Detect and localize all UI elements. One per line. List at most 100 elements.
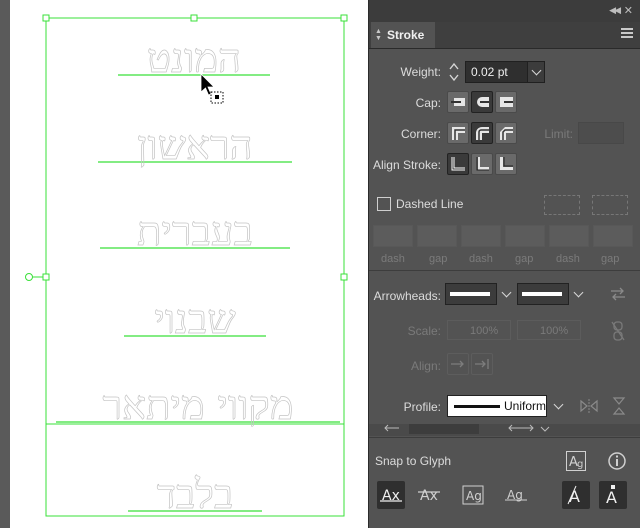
align-outside-button[interactable]	[495, 153, 517, 175]
selection-handle[interactable]	[340, 273, 348, 281]
align-stroke-center-icon	[451, 157, 465, 171]
arrowheads-label: Arrowheads:	[373, 289, 441, 303]
proximity-guides-icon: Ag	[505, 488, 527, 502]
snap-x-height-button[interactable]: Ax	[415, 481, 443, 509]
link-scale-icon[interactable]	[610, 320, 626, 342]
weight-input[interactable]: 0.02 pt	[465, 61, 532, 83]
chevron-down-icon	[531, 65, 541, 76]
svg-text:g: g	[577, 459, 583, 470]
flip-along-icon[interactable]	[579, 398, 599, 414]
selection-handle[interactable]	[340, 14, 348, 22]
start-arrowhead-chevron[interactable]	[498, 283, 514, 305]
butt-cap-button[interactable]	[447, 91, 469, 113]
swap-arrowheads-icon[interactable]	[609, 286, 627, 302]
place-arrow-tip-button[interactable]	[471, 353, 493, 375]
end-arrowhead-dropdown[interactable]	[517, 283, 569, 305]
weight-stepper-icon[interactable]	[447, 61, 461, 83]
outlined-text-line[interactable]: הראשון	[137, 123, 253, 170]
x-height-glyph-icon: Ax	[418, 488, 440, 504]
info-icon[interactable]	[607, 451, 627, 471]
outlined-text-line[interactable]: המונט	[147, 36, 242, 83]
selection-handle[interactable]	[42, 14, 50, 22]
align-inside-button[interactable]	[471, 153, 493, 175]
snap-to-glyph-label: Snap to Glyph	[375, 454, 452, 468]
bevel-join-button[interactable]	[495, 122, 517, 144]
snap-glyph-bounds-button[interactable]: Ag	[459, 481, 487, 509]
dash-field-2[interactable]	[461, 225, 501, 247]
arrow-extend-icon	[451, 360, 464, 368]
preserve-dash-option[interactable]	[544, 195, 580, 215]
profile-dropdown[interactable]: Uniform	[447, 395, 547, 417]
outlined-text-line[interactable]: בעברית	[137, 209, 253, 256]
dash-gap-label: gap	[601, 253, 620, 265]
round-join-button[interactable]	[471, 122, 493, 144]
weight-label: Weight:	[400, 65, 441, 79]
round-cap-button[interactable]	[471, 91, 493, 113]
panel-menu-icon[interactable]	[621, 28, 633, 40]
dashed-line-checkbox[interactable]	[377, 197, 391, 211]
panel-title-bar[interactable]: ◀◀ ✕	[369, 0, 640, 22]
round-join-icon	[476, 127, 489, 140]
rotate-handle[interactable]	[25, 273, 33, 281]
canvas-artwork[interactable]: המונט הראשון בעברית שבנוי מקווי מיתאר בל…	[0, 0, 370, 528]
dash-gap-label: gap	[429, 253, 448, 265]
align-dash-option[interactable]	[592, 195, 628, 215]
start-scale-input[interactable]: 100%	[447, 320, 511, 340]
dash-field-1[interactable]	[373, 225, 413, 247]
close-panel-icon[interactable]: ✕	[624, 4, 633, 17]
snap-anchor-point-button[interactable]: A	[599, 481, 627, 509]
miter-join-button[interactable]	[447, 122, 469, 144]
expand-options-icon[interactable]: ▲ ▼	[375, 28, 382, 42]
svg-text:Ag: Ag	[466, 489, 482, 503]
selection-bounding-box[interactable]	[45, 17, 345, 517]
end-arrowhead-chevron[interactable]	[570, 283, 586, 305]
tab-stroke[interactable]: ▲ ▼ Stroke	[371, 22, 435, 48]
svg-text:A: A	[606, 488, 617, 506]
miter-limit-input[interactable]	[578, 122, 624, 144]
bevel-join-icon	[500, 127, 513, 140]
outlined-text-line[interactable]: מקווי מיתאר	[102, 383, 294, 430]
arrow-place-icon	[475, 359, 489, 369]
align-stroke-inside-icon	[476, 157, 489, 171]
flip-across-icon[interactable]	[611, 396, 627, 416]
tab-stroke-label: Stroke	[386, 28, 425, 42]
gap-field-3[interactable]	[593, 225, 633, 247]
align-stroke-label: Align Stroke:	[372, 158, 441, 172]
snap-baseline-button[interactable]: Ax	[377, 481, 405, 509]
stroke-panel: ◀◀ ✕ ▲ ▼ Stroke Weight: 0.02 pt Cap: Corn…	[368, 0, 640, 528]
extend-arrow-tip-button[interactable]	[447, 353, 469, 375]
butt-cap-icon	[451, 98, 465, 106]
miter-join-icon	[452, 127, 465, 140]
document-canvas[interactable]: המונט הראשון בעברית שבנוי מקווי מיתאר בל…	[0, 0, 370, 528]
weight-dropdown-button[interactable]	[527, 61, 545, 83]
corner-label: Corner:	[400, 127, 441, 141]
gap-field-1[interactable]	[417, 225, 457, 247]
baseline-glyph-icon: Ax	[380, 488, 402, 504]
dash-gap-label: dash	[556, 253, 580, 265]
svg-text:Ax: Ax	[382, 488, 400, 504]
profile-chevron[interactable]	[549, 395, 567, 417]
collapse-panel-icon[interactable]: ◀◀	[609, 5, 621, 16]
divider	[369, 270, 640, 271]
hidden-controls-strip	[369, 424, 640, 436]
glyph-bounds-icon[interactable]: A g	[565, 450, 587, 472]
align-center-button[interactable]	[447, 153, 469, 175]
snap-angular-guides-button[interactable]: A	[562, 481, 590, 509]
round-cap-icon	[477, 97, 489, 107]
end-scale-input[interactable]: 100%	[517, 320, 581, 340]
limit-label: Limit:	[544, 127, 573, 141]
align-label: Align:	[410, 359, 441, 373]
gap-field-2[interactable]	[505, 225, 545, 247]
dash-gap-label: dash	[469, 253, 493, 265]
dash-gap-label: gap	[515, 253, 534, 265]
dash-field-3[interactable]	[549, 225, 589, 247]
projecting-cap-button[interactable]	[495, 91, 517, 113]
selection-handle[interactable]	[42, 273, 50, 281]
outlined-text-line[interactable]: בלבד	[156, 472, 234, 519]
outlined-text-line[interactable]: שבנוי	[154, 297, 237, 344]
dash-gap-label: dash	[381, 253, 405, 265]
snap-proximity-guides-button[interactable]: Ag	[502, 481, 530, 509]
start-arrowhead-dropdown[interactable]	[445, 283, 497, 305]
angular-guides-icon: A	[567, 485, 580, 506]
selection-handle[interactable]	[190, 14, 198, 22]
